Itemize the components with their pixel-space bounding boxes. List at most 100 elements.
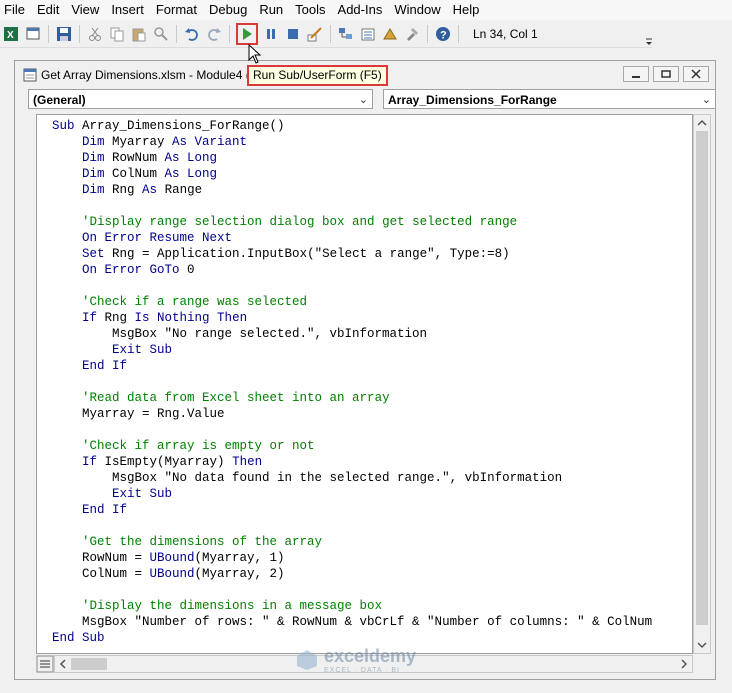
code-line[interactable]: On Error GoTo 0: [52, 262, 652, 278]
code-line[interactable]: ​: [52, 582, 652, 598]
code-line[interactable]: Myarray = Rng.Value: [52, 406, 652, 422]
code-line[interactable]: End Sub: [52, 630, 652, 646]
code-token: ColNum: [104, 167, 165, 181]
mouse-cursor-icon: [248, 44, 262, 64]
save-icon[interactable]: [55, 25, 73, 43]
toolbox-icon[interactable]: [403, 25, 421, 43]
code-line[interactable]: Dim RowNum As Long: [52, 150, 652, 166]
help-icon[interactable]: ?: [434, 25, 452, 43]
paste-icon[interactable]: [130, 25, 148, 43]
menu-run[interactable]: Run: [253, 0, 289, 20]
code-text[interactable]: Sub Array_Dimensions_ForRange() Dim Myar…: [52, 118, 652, 646]
menu-insert[interactable]: Insert: [105, 0, 150, 20]
minimize-button[interactable]: [623, 66, 649, 82]
menu-window[interactable]: Window: [388, 0, 446, 20]
code-line[interactable]: ​: [52, 374, 652, 390]
code-line[interactable]: On Error Resume Next: [52, 230, 652, 246]
code-keyword: As: [142, 183, 158, 197]
code-line[interactable]: Exit Sub: [52, 486, 652, 502]
code-line[interactable]: Sub Array_Dimensions_ForRange(): [52, 118, 652, 134]
code-line[interactable]: 'Read data from Excel sheet into an arra…: [52, 390, 652, 406]
code-line[interactable]: End If: [52, 358, 652, 374]
vertical-scroll-thumb[interactable]: [696, 131, 708, 625]
menu-format[interactable]: Format: [150, 0, 203, 20]
code-line[interactable]: 'Get the dimensions of the array: [52, 534, 652, 550]
object-browser-icon[interactable]: [381, 25, 399, 43]
code-token: Rng = Application.InputBox("Select a ran…: [104, 247, 510, 261]
code-line[interactable]: Set Rng = Application.InputBox("Select a…: [52, 246, 652, 262]
design-mode-icon[interactable]: [306, 25, 324, 43]
menu-add-ins[interactable]: Add-Ins: [332, 0, 389, 20]
cut-icon[interactable]: [86, 25, 104, 43]
code-line[interactable]: ColNum = UBound(Myarray, 2): [52, 566, 652, 582]
code-line[interactable]: Dim ColNum As Long: [52, 166, 652, 182]
menu-tools[interactable]: Tools: [289, 0, 331, 20]
reset-icon[interactable]: [284, 25, 302, 43]
menu-debug[interactable]: Debug: [203, 0, 253, 20]
procedure-dropdown[interactable]: Array_Dimensions_ForRange ⌄: [383, 89, 716, 109]
run-sub-button[interactable]: [236, 23, 258, 45]
code-line[interactable]: 'Check if array is empty or not: [52, 438, 652, 454]
vertical-scrollbar[interactable]: [693, 114, 711, 654]
restore-button[interactable]: [653, 66, 679, 82]
code-comment: 'Get the dimensions of the array: [82, 535, 323, 549]
code-keyword: On Error Resume Next: [82, 231, 233, 245]
code-line[interactable]: MsgBox "No data found in the selected ra…: [52, 470, 652, 486]
code-line[interactable]: MsgBox "No range selected.", vbInformati…: [52, 326, 652, 342]
undo-icon[interactable]: [183, 25, 201, 43]
code-line[interactable]: ​: [52, 518, 652, 534]
code-editor[interactable]: Sub Array_Dimensions_ForRange() Dim Myar…: [36, 114, 693, 654]
break-icon[interactable]: [262, 25, 280, 43]
properties-icon[interactable]: [359, 25, 377, 43]
code-keyword: Sub: [52, 119, 75, 133]
copy-icon[interactable]: [108, 25, 126, 43]
scroll-right-icon[interactable]: [677, 656, 691, 672]
code-line[interactable]: 'Display the dimensions in a message box: [52, 598, 652, 614]
menu-view[interactable]: View: [65, 0, 105, 20]
code-line[interactable]: ​: [52, 198, 652, 214]
toolbar-separator: [427, 25, 428, 43]
object-dropdown[interactable]: (General) ⌄: [28, 89, 373, 109]
scroll-left-icon[interactable]: [56, 656, 70, 672]
exceldemy-logo-icon: [297, 650, 317, 670]
code-line[interactable]: 'Check if a range was selected: [52, 294, 652, 310]
code-line[interactable]: RowNum = UBound(Myarray, 1): [52, 550, 652, 566]
code-line[interactable]: If Rng Is Nothing Then: [52, 310, 652, 326]
code-line[interactable]: ​: [52, 278, 652, 294]
toolbar-separator: [458, 25, 459, 43]
menu-edit[interactable]: Edit: [31, 0, 65, 20]
scroll-down-icon[interactable]: [694, 638, 710, 652]
scroll-up-icon[interactable]: [694, 116, 710, 130]
code-keyword: Then: [232, 455, 263, 469]
redo-icon[interactable]: [205, 25, 223, 43]
find-icon[interactable]: [152, 25, 170, 43]
toolbar-options-icon[interactable]: [645, 21, 653, 47]
full-module-view-icon[interactable]: [36, 655, 54, 673]
code-line[interactable]: MsgBox "Number of rows: " & RowNum & vbC…: [52, 614, 652, 630]
code-line[interactable]: Dim Myarray As Variant: [52, 134, 652, 150]
code-keyword: As Long: [164, 151, 218, 165]
code-line[interactable]: 'Display range selection dialog box and …: [52, 214, 652, 230]
code-line[interactable]: End If: [52, 502, 652, 518]
excel-view-icon[interactable]: X: [2, 25, 20, 43]
project-explorer-icon[interactable]: [337, 25, 355, 43]
code-comment: 'Display range selection dialog box and …: [82, 215, 518, 229]
code-keyword: Exit Sub: [112, 487, 173, 501]
code-line[interactable]: Dim Rng As Range: [52, 182, 652, 198]
close-button[interactable]: [683, 66, 709, 82]
insert-module-icon[interactable]: [24, 25, 42, 43]
menu-help[interactable]: Help: [447, 0, 486, 20]
code-line[interactable]: Exit Sub: [52, 342, 652, 358]
code-line[interactable]: ​: [52, 422, 652, 438]
code-line[interactable]: If IsEmpty(Myarray) Then: [52, 454, 652, 470]
horizontal-scroll-thumb[interactable]: [71, 658, 107, 670]
menu-file[interactable]: File: [0, 0, 31, 20]
